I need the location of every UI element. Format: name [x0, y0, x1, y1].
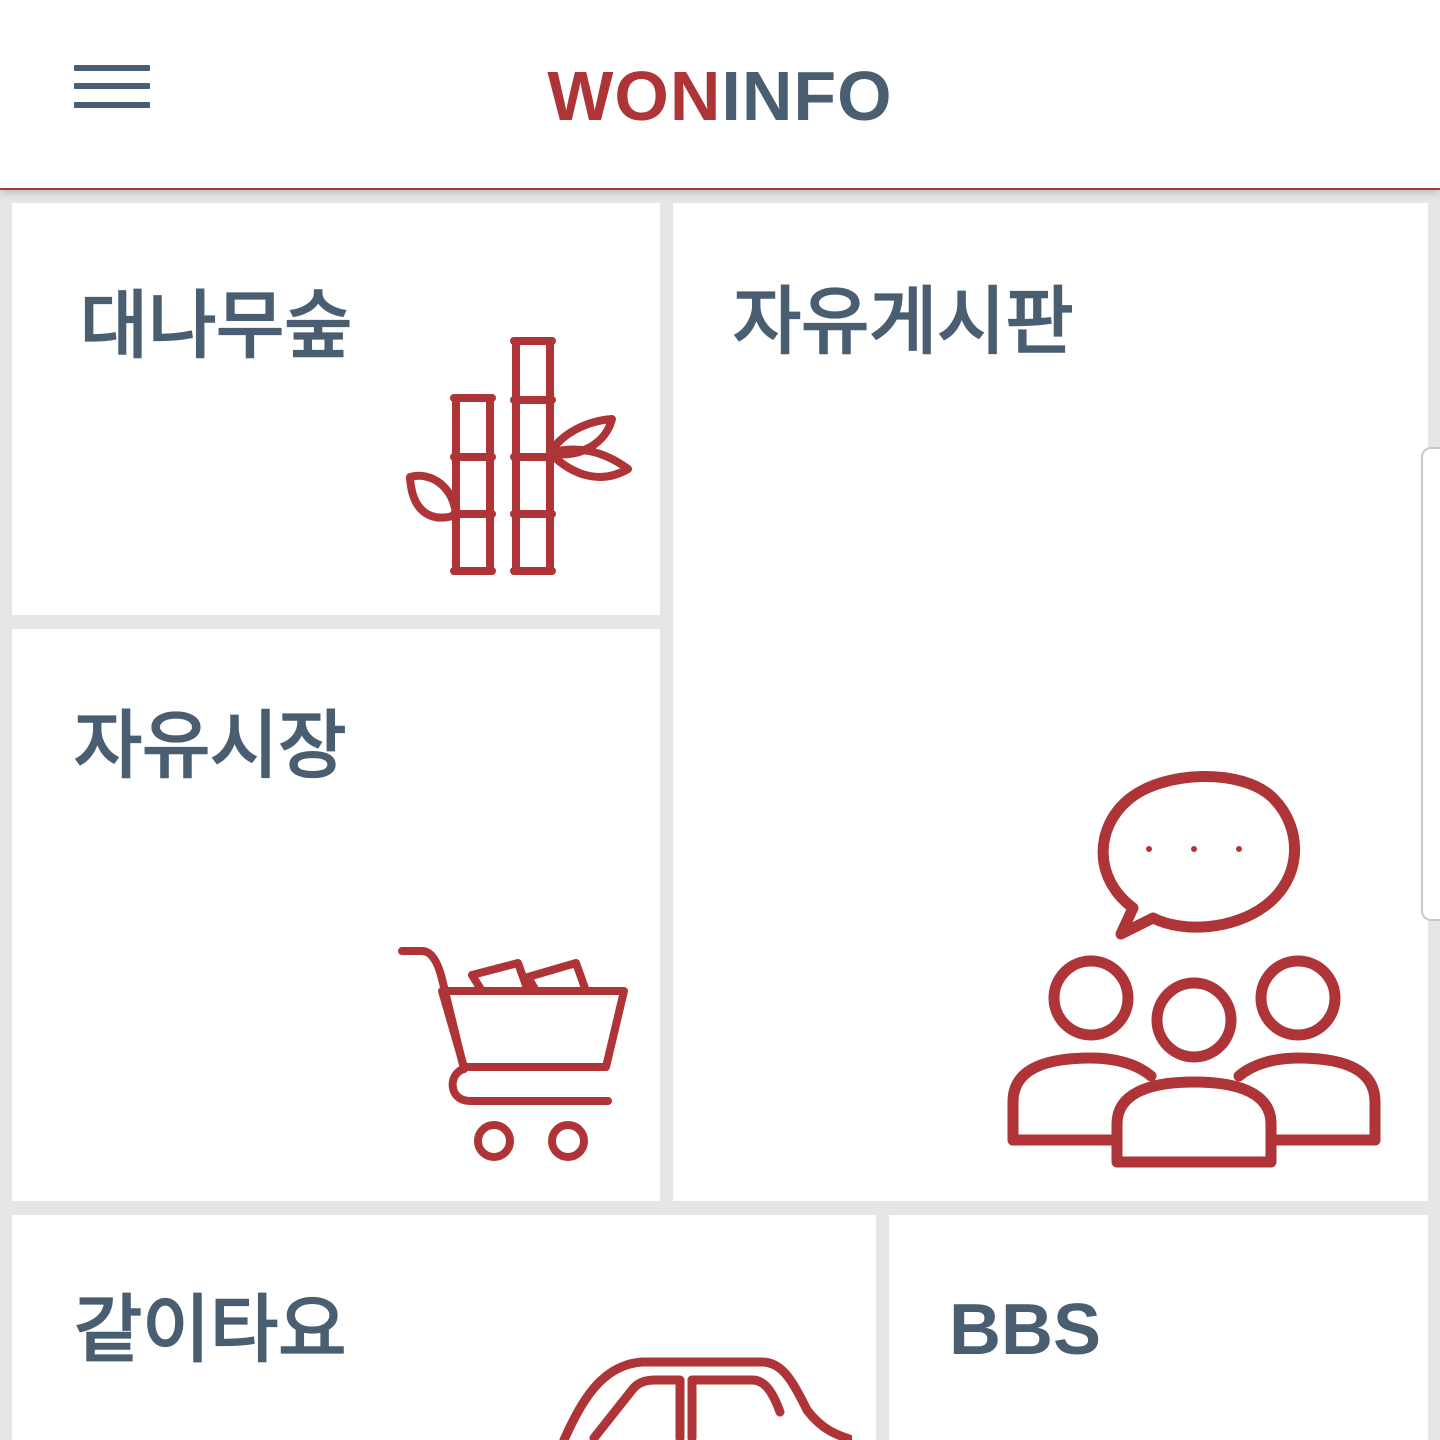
car-icon	[559, 1357, 852, 1440]
tile-free-board[interactable]: 자유게시판	[673, 203, 1428, 1201]
tile-bbs-title: BBS	[949, 1290, 1102, 1370]
tile-bamboo-forest-title: 대나무숲	[80, 283, 353, 369]
tile-free-market[interactable]: 자유시장	[12, 629, 660, 1201]
tile-free-market-title: 자유시장	[74, 703, 347, 789]
logo-won: WON	[547, 57, 722, 135]
group-chat-icon	[1007, 771, 1381, 1168]
app-header: WONINFO	[0, 0, 1440, 190]
logo-info: INFO	[721, 57, 893, 135]
scrollbar-handle[interactable]	[1421, 447, 1440, 921]
tile-bbs[interactable]: BBS	[889, 1215, 1428, 1440]
tile-bamboo-forest[interactable]: 대나무숲	[12, 203, 660, 615]
tile-carpool[interactable]: 같이타요	[12, 1215, 876, 1440]
tile-carpool-title: 같이타요	[74, 1287, 347, 1373]
bamboo-icon	[406, 337, 632, 575]
app-logo[interactable]: WONINFO	[0, 56, 1440, 136]
shopping-cart-icon	[398, 947, 628, 1161]
tile-free-board-title: 자유게시판	[733, 279, 1074, 365]
